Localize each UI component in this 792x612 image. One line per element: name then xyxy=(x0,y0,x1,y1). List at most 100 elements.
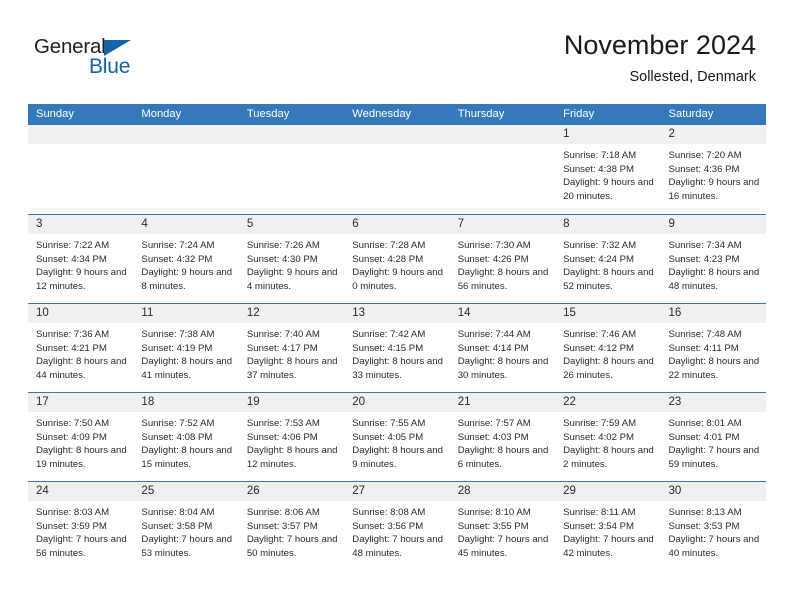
calendar-day-cell[interactable]: 26 Sunrise: 8:06 AM Sunset: 3:57 PM Dayligh… xyxy=(238,482,345,570)
daylight-text: Daylight: 8 hours and 44 minutes. xyxy=(36,356,127,381)
weekday-header-friday: Friday xyxy=(563,108,595,120)
calendar-day-cell[interactable]: 3 Sunrise: 7:22 AM Sunset: 4:34 PM Daylight… xyxy=(28,215,134,303)
day-number-band: 10 xyxy=(28,304,134,323)
day-sun-info: Sunrise: 7:55 AM Sunset: 4:05 PM Daylight:… xyxy=(344,412,449,471)
day-number-band: 11 xyxy=(133,304,239,323)
sunset-text: Sunset: 4:36 PM xyxy=(668,163,740,175)
day-sun-info: Sunrise: 8:01 AM Sunset: 4:01 PM Daylight:… xyxy=(661,412,766,471)
sunset-text: Sunset: 4:34 PM xyxy=(36,253,107,265)
day-number: 24 xyxy=(36,485,49,497)
calendar-day-cell[interactable]: 30 Sunrise: 8:13 AM Sunset: 3:53 PM Dayligh… xyxy=(660,482,766,570)
sunset-text: Sunset: 3:57 PM xyxy=(246,520,318,532)
calendar-day-cell[interactable]: 15 Sunrise: 7:46 AM Sunset: 4:12 PM Dayligh… xyxy=(555,304,661,392)
day-number: 4 xyxy=(141,218,148,230)
sunset-text: Sunset: 4:01 PM xyxy=(668,431,740,443)
sunset-text: Sunset: 3:58 PM xyxy=(141,520,213,532)
daylight-text: Daylight: 8 hours and 15 minutes. xyxy=(141,445,233,470)
day-sun-info: Sunrise: 8:10 AM Sunset: 3:55 PM Daylight:… xyxy=(450,501,555,560)
day-sun-info: Sunrise: 8:03 AM Sunset: 3:59 PM Daylight:… xyxy=(28,501,133,560)
calendar-day-cell[interactable]: 8 Sunrise: 7:32 AM Sunset: 4:24 PM Daylight… xyxy=(555,215,661,303)
calendar-day-cell-empty xyxy=(449,125,556,214)
day-number-band: 24 xyxy=(28,482,134,501)
weekday-header-tuesday: Tuesday xyxy=(246,108,290,120)
calendar-day-cell[interactable]: 12 Sunrise: 7:40 AM Sunset: 4:17 PM Dayligh… xyxy=(238,304,345,392)
brand-logo[interactable]: General Blue xyxy=(34,35,254,91)
day-number-band: 7 xyxy=(449,215,556,234)
calendar-day-cell[interactable]: 4 Sunrise: 7:24 AM Sunset: 4:32 PM Daylight… xyxy=(133,215,239,303)
sunrise-text: Sunrise: 7:24 AM xyxy=(141,240,215,251)
calendar-day-cell[interactable]: 10 Sunrise: 7:36 AM Sunset: 4:21 PM Dayligh… xyxy=(28,304,134,392)
day-number-band: 20 xyxy=(344,393,450,412)
sunrise-text: Sunrise: 7:22 AM xyxy=(36,240,110,251)
sunrise-text: Sunrise: 7:46 AM xyxy=(563,329,637,340)
day-number-band: 29 xyxy=(555,482,661,501)
calendar-day-cell[interactable]: 1 Sunrise: 7:18 AM Sunset: 4:38 PM Daylight… xyxy=(555,125,661,214)
day-number: 3 xyxy=(36,218,43,230)
calendar-day-cell[interactable]: 6 Sunrise: 7:28 AM Sunset: 4:28 PM Daylight… xyxy=(344,215,450,303)
calendar-day-cell[interactable]: 19 Sunrise: 7:53 AM Sunset: 4:06 PM Dayligh… xyxy=(238,393,345,481)
day-sun-info: Sunrise: 7:24 AM Sunset: 4:32 PM Daylight:… xyxy=(133,234,238,293)
daylight-text: Daylight: 8 hours and 2 minutes. xyxy=(563,445,654,470)
sunset-text: Sunset: 4:14 PM xyxy=(457,342,529,354)
calendar-day-cell[interactable]: 13 Sunrise: 7:42 AM Sunset: 4:15 PM Dayligh… xyxy=(344,304,450,392)
sunset-text: Sunset: 4:15 PM xyxy=(352,342,424,354)
day-number: 22 xyxy=(563,396,576,408)
calendar-day-cell[interactable]: 28 Sunrise: 8:10 AM Sunset: 3:55 PM Dayligh… xyxy=(449,482,556,570)
day-sun-info: Sunrise: 7:52 AM Sunset: 4:08 PM Daylight:… xyxy=(133,412,238,471)
day-number: 28 xyxy=(457,485,471,497)
sunset-text: Sunset: 4:26 PM xyxy=(457,253,529,265)
sunrise-text: Sunrise: 7:18 AM xyxy=(563,150,637,161)
calendar-day-cell[interactable]: 7 Sunrise: 7:30 AM Sunset: 4:26 PM Daylight… xyxy=(449,215,556,303)
day-sun-info: Sunrise: 8:06 AM Sunset: 3:57 PM Daylight:… xyxy=(239,501,344,560)
calendar-day-cell[interactable]: 14 Sunrise: 7:44 AM Sunset: 4:14 PM Dayligh… xyxy=(449,304,556,392)
calendar-day-cell[interactable]: 18 Sunrise: 7:52 AM Sunset: 4:08 PM Dayligh… xyxy=(133,393,239,481)
day-number: 14 xyxy=(457,307,471,319)
sunrise-text: Sunrise: 7:55 AM xyxy=(352,418,426,429)
day-number: 12 xyxy=(246,307,260,319)
sunrise-text: Sunrise: 7:53 AM xyxy=(246,418,320,429)
day-number: 10 xyxy=(36,307,49,319)
calendar-day-cell[interactable]: 16 Sunrise: 7:48 AM Sunset: 4:11 PM Dayligh… xyxy=(660,304,766,392)
calendar-page: General Blue November 2024 Sollested, De… xyxy=(0,0,792,612)
day-number: 1 xyxy=(563,128,570,140)
calendar-day-cell[interactable]: 20 Sunrise: 7:55 AM Sunset: 4:05 PM Dayligh… xyxy=(344,393,450,481)
day-number: 15 xyxy=(563,307,576,319)
calendar-day-cell[interactable]: 21 Sunrise: 7:57 AM Sunset: 4:03 PM Dayligh… xyxy=(449,393,556,481)
day-number: 11 xyxy=(141,307,154,319)
calendar-day-cell[interactable]: 11 Sunrise: 7:38 AM Sunset: 4:19 PM Dayligh… xyxy=(133,304,239,392)
day-number-band xyxy=(133,125,239,144)
day-number: 2 xyxy=(668,128,675,140)
sunrise-text: Sunrise: 8:08 AM xyxy=(352,507,426,518)
daylight-text: Daylight: 7 hours and 45 minutes. xyxy=(457,534,549,559)
calendar-day-cell[interactable]: 29 Sunrise: 8:11 AM Sunset: 3:54 PM Dayligh… xyxy=(555,482,661,570)
sunrise-text: Sunrise: 7:44 AM xyxy=(457,329,531,340)
day-number-band: 6 xyxy=(344,215,450,234)
day-number-band: 28 xyxy=(449,482,556,501)
page-title: November 2024 xyxy=(563,30,756,60)
day-sun-info: Sunrise: 7:53 AM Sunset: 4:06 PM Daylight:… xyxy=(239,412,344,471)
day-number: 6 xyxy=(352,218,359,230)
sunrise-text: Sunrise: 7:48 AM xyxy=(668,329,742,340)
calendar-day-cell[interactable]: 22 Sunrise: 7:59 AM Sunset: 4:02 PM Dayligh… xyxy=(555,393,661,481)
daylight-text: Daylight: 8 hours and 37 minutes. xyxy=(246,356,338,381)
triangle-icon xyxy=(104,40,131,56)
day-number: 30 xyxy=(668,485,682,497)
calendar-day-cell[interactable]: 9 Sunrise: 7:34 AM Sunset: 4:23 PM Daylight… xyxy=(660,215,766,303)
calendar-day-cell[interactable]: 25 Sunrise: 8:04 AM Sunset: 3:58 PM Dayligh… xyxy=(133,482,239,570)
daylight-text: Daylight: 8 hours and 22 minutes. xyxy=(668,356,760,381)
daylight-text: Daylight: 9 hours and 4 minutes. xyxy=(246,267,338,292)
day-number-band: 5 xyxy=(238,215,345,234)
day-number-band: 26 xyxy=(238,482,345,501)
calendar-day-cell[interactable]: 2 Sunrise: 7:20 AM Sunset: 4:36 PM Daylight… xyxy=(660,125,766,214)
calendar-day-cell[interactable]: 24 Sunrise: 8:03 AM Sunset: 3:59 PM Dayligh… xyxy=(28,482,134,570)
calendar-day-cell[interactable]: 17 Sunrise: 7:50 AM Sunset: 4:09 PM Dayligh… xyxy=(28,393,134,481)
calendar-day-cell[interactable]: 5 Sunrise: 7:26 AM Sunset: 4:30 PM Daylight… xyxy=(238,215,345,303)
calendar-week-row: 3 Sunrise: 7:22 AM Sunset: 4:34 PM Daylight… xyxy=(28,214,766,303)
day-sun-info: Sunrise: 8:11 AM Sunset: 3:54 PM Daylight:… xyxy=(555,501,660,560)
calendar-day-cell[interactable]: 23 Sunrise: 8:01 AM Sunset: 4:01 PM Dayligh… xyxy=(660,393,766,481)
calendar-day-cell[interactable]: 27 Sunrise: 8:08 AM Sunset: 3:56 PM Dayligh… xyxy=(344,482,450,570)
day-number: 20 xyxy=(352,396,366,408)
day-number: 8 xyxy=(563,218,570,230)
calendar-week-row: 17 Sunrise: 7:50 AM Sunset: 4:09 PM Dayligh… xyxy=(28,392,766,481)
day-sun-info: Sunrise: 7:57 AM Sunset: 4:03 PM Daylight:… xyxy=(450,412,555,471)
